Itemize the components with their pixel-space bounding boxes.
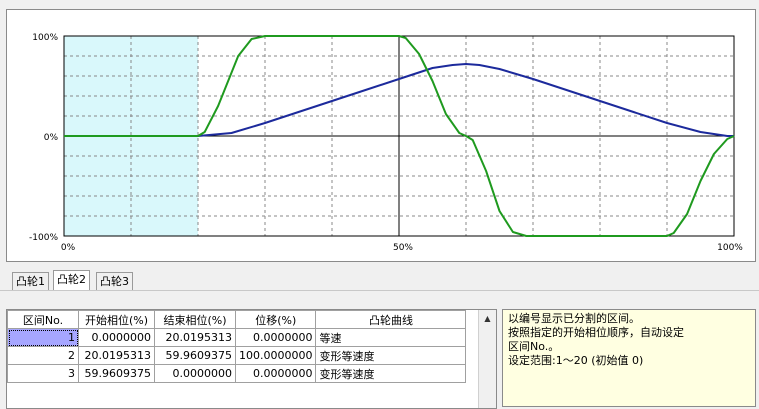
- cell-displacement[interactable]: 0.0000000: [234, 364, 317, 383]
- table-row[interactable]: 1 0.0000000 20.0195313 0.0000000 等速: [7, 328, 467, 347]
- tab-cam-1[interactable]: 凸轮1: [12, 272, 49, 290]
- help-line-4: 设定范围:1～20 (初始值 0): [508, 354, 644, 367]
- cell-end-phase[interactable]: 0.0000000: [154, 364, 236, 383]
- cam-chart: 100%0%-100%0% 50% 100%: [29, 33, 743, 253]
- table-scrollbar[interactable]: ▲: [478, 310, 496, 408]
- tab-cam-3[interactable]: 凸轮3: [96, 272, 133, 290]
- table-header-row: 区间No. 开始相位(%) 结束相位(%) 位移(%) 凸轮曲线: [7, 310, 467, 329]
- y-tick-label: 100%: [32, 33, 58, 43]
- cell-start-phase[interactable]: 20.0195313: [78, 346, 155, 365]
- y-tick-label: -100%: [29, 233, 58, 243]
- scroll-up-arrow-icon[interactable]: ▲: [479, 310, 496, 327]
- help-text-box: 以编号显示已分割的区间。 按照指定的开始相位顺序，自动设定 区间No.。 设定范…: [502, 309, 756, 407]
- section-table: 区间No. 开始相位(%) 结束相位(%) 位移(%) 凸轮曲线 1 0.000…: [6, 309, 497, 409]
- table-row[interactable]: 3 59.9609375 0.0000000 0.0000000 变形等速度: [7, 364, 467, 383]
- cell-end-phase[interactable]: 59.9609375: [154, 346, 236, 365]
- cell-section-no[interactable]: 1: [7, 328, 79, 347]
- header-section-no: 区间No.: [7, 310, 79, 329]
- tab-cam-2[interactable]: 凸轮2: [53, 270, 90, 290]
- cam-chart-panel: 100% 0% -100% 0% 50% 100%: [6, 9, 756, 262]
- header-start-phase: 开始相位(%): [78, 310, 155, 329]
- x-tick-label: 0%: [61, 243, 76, 253]
- cell-displacement[interactable]: 0.0000000: [234, 328, 317, 347]
- header-displacement: 位移(%): [234, 310, 317, 329]
- cell-cam-curve[interactable]: 变形等速度: [315, 346, 467, 365]
- help-line-1: 以编号显示已分割的区间。: [508, 312, 640, 325]
- cell-section-no[interactable]: 2: [7, 346, 79, 365]
- x-tick-label: 100%: [717, 243, 743, 253]
- cell-displacement[interactable]: 100.0000000: [234, 346, 317, 365]
- help-line-2: 按照指定的开始相位顺序，自动设定: [508, 326, 684, 339]
- cell-section-no[interactable]: 3: [7, 364, 79, 383]
- tab-underline: [0, 290, 759, 291]
- help-line-3: 区间No.。: [508, 340, 560, 353]
- table-row[interactable]: 2 20.0195313 59.9609375 100.0000000 变形等速…: [7, 346, 467, 365]
- cell-start-phase[interactable]: 59.9609375: [78, 364, 155, 383]
- x-tick-label: 50%: [393, 243, 413, 253]
- cell-cam-curve[interactable]: 等速: [315, 328, 467, 347]
- cell-start-phase[interactable]: 0.0000000: [78, 328, 155, 347]
- y-tick-label: 0%: [44, 133, 59, 143]
- cell-end-phase[interactable]: 20.0195313: [154, 328, 236, 347]
- cell-cam-curve[interactable]: 变形等速度: [315, 364, 467, 383]
- header-cam-curve: 凸轮曲线: [315, 310, 467, 329]
- header-end-phase: 结束相位(%): [154, 310, 236, 329]
